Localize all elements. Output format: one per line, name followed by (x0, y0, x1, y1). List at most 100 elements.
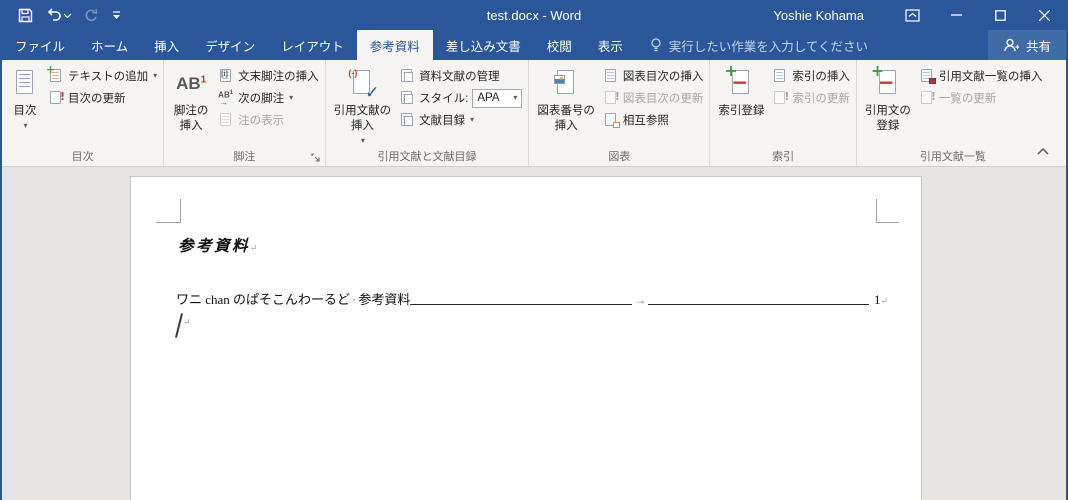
group-label-toc: 目次 (71, 151, 94, 163)
close-button[interactable] (1022, 0, 1066, 30)
save-button[interactable] (18, 8, 33, 23)
redo-button[interactable] (84, 8, 99, 22)
group-index: + − 索引登録 索引の挿入 ! 索引の更新 索引 (710, 60, 857, 166)
group-label-authorities: 引用文献一覧 (919, 151, 986, 163)
tab-references[interactable]: 参考資料 (356, 30, 433, 60)
document-page[interactable]: 参考資料↵ ワニ chan のぱそこんわーるど · 参考資料 → 1 ↵ ↵ (130, 176, 922, 500)
tell-me-label: 実行したい作業を入力してください (668, 39, 869, 54)
crop-mark-top-left (156, 199, 181, 223)
tab-view[interactable]: 表示 (585, 30, 636, 60)
next-footnote-button[interactable]: AB1 → 次の脚注 ▾ (214, 87, 323, 109)
paragraph-mark: ↵ (250, 243, 258, 253)
share-button[interactable]: 共有 (987, 30, 1066, 60)
insert-index-icon (772, 68, 788, 84)
redo-icon (85, 8, 98, 22)
mark-citation-button[interactable]: + − 引用文の 登録 (861, 63, 915, 151)
group-citations-bibliography: (-) ✓ 引用文献の 挿入 ▾ 資料文献の管理 スタイル: APA ▾ 文献目… (326, 60, 530, 166)
user-name: Yoshie Kohama (773, 7, 864, 23)
cross-reference-button[interactable]: 相互参照 (599, 109, 708, 131)
show-notes-icon (218, 112, 234, 128)
collapse-ribbon-icon (1037, 147, 1049, 155)
insert-citation-icon: (-) ✓ (348, 68, 380, 102)
insert-caption-button[interactable]: 図表番号の 挿入 (533, 63, 599, 151)
tell-me-box[interactable]: 実行したい作業を入力してください (636, 30, 882, 60)
ribbon-display-options-button[interactable] (890, 0, 934, 30)
insert-endnote-button[interactable]: [i] 文末脚注の挿入 (214, 65, 323, 87)
undo-button[interactable] (46, 8, 71, 22)
text-cursor (175, 313, 183, 338)
style-icon (399, 90, 415, 106)
dropdown-arrow-icon: ▾ (360, 135, 365, 145)
group-label-index: 索引 (772, 151, 795, 163)
insert-caption-icon (551, 68, 581, 100)
insert-table-of-figures-button[interactable]: 図表目次の挿入 (599, 65, 708, 87)
tab-design[interactable]: デザイン (192, 30, 268, 60)
word-window: test.docx - Word Yoshie Kohama ファイル ホーム (0, 0, 1068, 500)
save-icon (18, 8, 33, 22)
add-text-icon: + (46, 64, 64, 84)
document-heading: 参考資料↵ (178, 238, 258, 255)
tab-mailings[interactable]: 差し込み文書 (433, 30, 534, 60)
return-mark: ↵ (880, 296, 888, 306)
dropdown-arrow-icon: ▾ (23, 120, 28, 130)
group-table-of-contents: 目次 ▾ + テキストの追加 ▾ ! 目次の更新 目次 (2, 60, 165, 166)
manage-sources-button[interactable]: 資料文献の管理 (395, 65, 526, 87)
mark-entry-icon: + − (724, 61, 750, 94)
tab-layout[interactable]: レイアウト (268, 30, 357, 60)
tab-mark: → (634, 293, 647, 307)
update-table-of-figures-icon: ! (603, 90, 620, 106)
toc-entry-line: ワニ chan のぱそこんわーるど · 参考資料 → 1 ↵ (176, 289, 888, 308)
collapse-ribbon-button[interactable] (1032, 143, 1054, 159)
tab-insert[interactable]: 挿入 (141, 30, 192, 60)
ribbon-tab-row: ファイル ホーム 挿入 デザイン レイアウト 参考資料 差し込み文書 校閲 表示… (2, 30, 1066, 60)
mark-entry-button[interactable]: + − 索引登録 (714, 63, 768, 151)
insert-citation-button[interactable]: (-) ✓ 引用文献の 挿入 ▾ (330, 63, 396, 151)
qat-customize-icon (113, 11, 120, 19)
insert-index-button[interactable]: 索引の挿入 (768, 65, 854, 87)
ribbon-display-options-icon (904, 8, 920, 22)
insert-table-of-authorities-button[interactable]: 引用文献一覧の挿入 (915, 65, 1047, 87)
update-index-icon: ! (772, 90, 789, 106)
footnotes-dialog-launcher[interactable] (310, 151, 322, 163)
add-text-button[interactable]: + テキストの追加 ▾ (44, 64, 161, 87)
dropdown-arrow-icon: ▾ (289, 93, 294, 102)
tab-home[interactable]: ホーム (78, 30, 141, 60)
insert-table-of-authorities-icon (919, 68, 936, 84)
update-toc-button[interactable]: ! 目次の更新 (44, 87, 161, 109)
next-footnote-icon: AB1 → (218, 90, 234, 107)
group-table-of-authorities: + − 引用文の 登録 引用文献一覧の挿入 ! 一覧の更新 引用文献一覧 (857, 60, 1049, 166)
title-bar: test.docx - Word Yoshie Kohama (2, 0, 1066, 30)
dropdown-arrow-icon: ▾ (470, 115, 475, 124)
group-footnotes: AB1 脚注の 挿入 [i] 文末脚注の挿入 AB1→ 次の脚注 ▾ 注の表示 (164, 60, 326, 166)
update-table-of-authorities-icon: ! (919, 90, 936, 106)
quick-access-toolbar (2, 8, 121, 23)
maximize-icon (994, 9, 1006, 21)
dropdown-arrow-icon: ▾ (153, 71, 158, 80)
minimize-button[interactable] (934, 0, 978, 30)
toc-icon (10, 68, 40, 100)
crop-mark-top-right (876, 199, 899, 223)
undo-icon (47, 8, 61, 21)
group-label-footnotes: 脚注 (233, 151, 256, 163)
tab-review[interactable]: 校閲 (534, 30, 585, 60)
toc-leader (648, 304, 869, 305)
lightbulb-icon (651, 37, 661, 51)
tab-file[interactable]: ファイル (2, 30, 78, 60)
update-toc-icon: ! (48, 90, 65, 106)
bibliography-icon (399, 112, 415, 128)
dropdown-arrow-icon (64, 13, 71, 18)
space-mark: · (352, 292, 357, 307)
maximize-button[interactable] (978, 0, 1022, 30)
mark-citation-icon: + − (870, 61, 896, 94)
style-select[interactable]: APA ▾ (472, 88, 523, 108)
group-label-citations: 引用文献と文献目録 (377, 151, 477, 163)
update-index-button: ! 索引の更新 (768, 87, 854, 109)
bibliography-button[interactable]: 文献目録 ▾ (395, 109, 526, 131)
style-value: APA (477, 92, 500, 104)
paragraph-mark: ↵ (183, 317, 191, 327)
toc-button[interactable]: 目次 ▾ (6, 63, 44, 151)
update-table-of-authorities-button: ! 一覧の更新 (915, 87, 1047, 109)
insert-footnote-button[interactable]: AB1 脚注の 挿入 (168, 63, 214, 151)
customize-qat-button[interactable] (112, 10, 121, 20)
dropdown-arrow-icon: ▾ (513, 93, 518, 102)
